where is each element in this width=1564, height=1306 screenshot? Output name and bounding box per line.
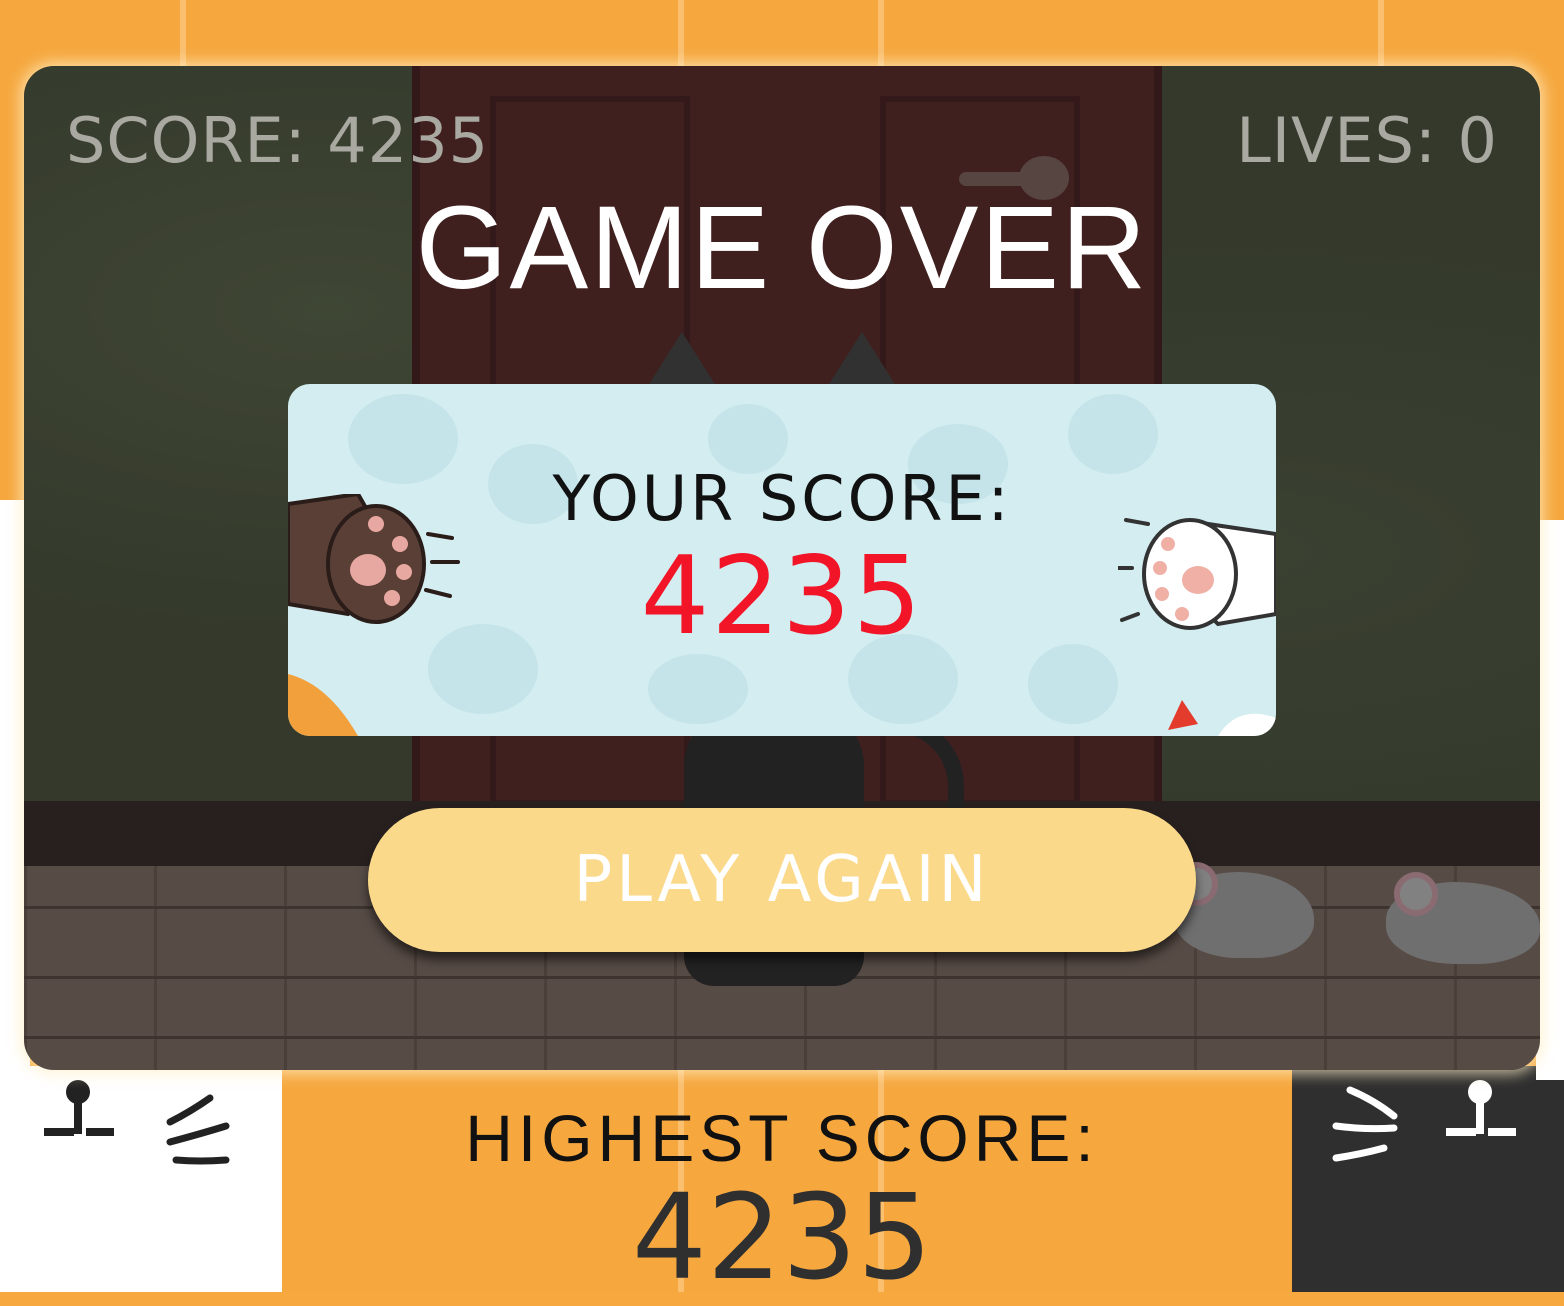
your-score-label: YOUR SCORE:	[552, 462, 1012, 535]
hud-lives: LIVES: 0	[1236, 104, 1498, 177]
your-score-value: 4235	[640, 534, 924, 659]
play-again-button[interactable]: PLAY AGAIN	[368, 808, 1196, 952]
game-over-title: GAME OVER	[415, 182, 1149, 314]
red-bow-icon	[1168, 700, 1276, 736]
right-white-strip	[1536, 520, 1564, 1080]
score-card: YOUR SCORE: 4235	[288, 384, 1276, 736]
hud-score: SCORE: 4235	[66, 104, 490, 177]
highest-score-value: 4235	[631, 1168, 933, 1306]
highest-score-label: HIGHEST SCORE:	[465, 1101, 1099, 1175]
game-scene: SCORE: 4235 LIVES: 0 GAME OVER YOUR SCOR…	[24, 66, 1540, 1070]
orange-cat-corner-icon	[288, 674, 358, 736]
